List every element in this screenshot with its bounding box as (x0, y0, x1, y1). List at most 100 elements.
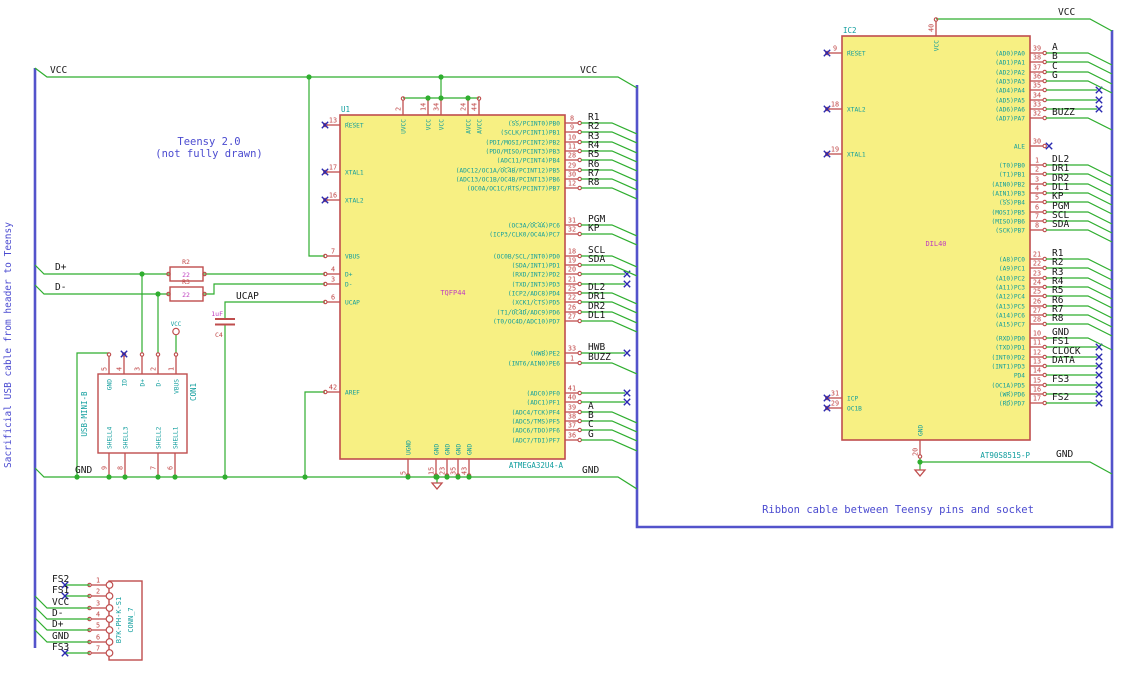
pin-name: SHELL4 (106, 426, 113, 449)
pin-number: 10 (1033, 330, 1041, 338)
pin-number: 27 (1033, 307, 1041, 315)
pin-number: 22 (1033, 260, 1041, 268)
pin-number: 7 (96, 644, 100, 652)
pin-dot (577, 167, 582, 173)
pin-dot (577, 253, 582, 259)
pin-name: (ADC0)PF0 (526, 390, 560, 397)
pin-number: 14 (1033, 367, 1041, 375)
pin-dot (577, 437, 582, 443)
ground-symbol (913, 469, 927, 478)
pin-name: UVCC (400, 119, 407, 134)
pin-name: (OC1A)PD5 (991, 382, 1025, 389)
pin-number: 26 (1033, 298, 1041, 306)
pin-name: (SS)PB4 (999, 199, 1025, 206)
pin-number: 15 (428, 467, 436, 475)
pin-name: (TXD/INT3)PD3 (512, 281, 561, 288)
pin-name: (T1/OC4D/ADC9)PD6 (497, 309, 561, 316)
pin-dot (1042, 275, 1047, 281)
pin-number: 9 (101, 466, 109, 470)
wire (581, 320, 638, 333)
pin-name: (HWB)PE2 (530, 350, 560, 357)
pin-name: (INT6/AIN0)PE6 (508, 360, 560, 367)
net-label: D+ (55, 262, 67, 273)
pin-dot (1042, 363, 1047, 369)
pin-name: (RD)PD7 (999, 400, 1025, 407)
connector-conn7: B7K-PH-K-S1 CONN_7 1 2 3 4 5 6 7 (61, 576, 143, 661)
pin-name: (TXD)PD1 (995, 344, 1025, 351)
wire (936, 18, 1113, 32)
pin-name: XTAL2 (847, 106, 866, 113)
pin-name: D+ (345, 271, 353, 278)
pin-number: 3 (134, 367, 142, 371)
pin-number: 8 (117, 466, 125, 470)
pin-dot (577, 309, 582, 315)
wire (308, 77, 325, 257)
pin-dot (1042, 303, 1047, 309)
pin-number: 8 (570, 115, 574, 123)
pin-name: (OC0B/SCL/INT0)PD0 (493, 253, 560, 260)
pin-name: VBUS (173, 379, 180, 394)
pin-number: 5 (400, 471, 408, 475)
pin-dot (577, 129, 582, 135)
pin-name: ICP (847, 395, 858, 402)
power-label: VCC (171, 322, 182, 328)
pin-dot (1042, 321, 1047, 327)
pin-dot (1042, 293, 1047, 299)
pin-name: GND (106, 379, 113, 390)
net-label: GND (582, 465, 599, 476)
usb-cable-note: Sacrificial USB cable from header to Tee… (3, 222, 14, 468)
pin-number: 13 (329, 117, 337, 125)
pin-number: 36 (568, 432, 576, 440)
wire (1046, 117, 1113, 131)
pin-dot (1042, 391, 1047, 397)
pin-number: 19 (831, 146, 839, 154)
pin-number: 3 (331, 276, 335, 284)
component-body (108, 580, 143, 661)
net-label: G (1052, 70, 1058, 81)
pin-dot (577, 176, 582, 182)
pin-name: (AIN1)PB3 (991, 190, 1025, 197)
pin-circle (105, 592, 114, 600)
pin-dot (1042, 227, 1047, 233)
pin-number: 29 (568, 162, 576, 170)
pin-number: 10 (568, 134, 576, 142)
net-label: G (588, 429, 594, 440)
pin-number: 30 (568, 171, 576, 179)
pin-number: 20 (912, 448, 920, 456)
component-ref: R3 (182, 278, 190, 286)
pin-name: (SS/PCINT0)PB0 (508, 120, 560, 127)
pin-name: (A11)PC3 (995, 284, 1025, 291)
pin-number: 14 (420, 103, 428, 111)
junction-dot (155, 474, 161, 480)
component-package: DIL40 (925, 240, 946, 248)
pin-dot (1042, 265, 1047, 271)
pin-dot (1042, 218, 1047, 224)
component-ref: U1 (341, 105, 350, 114)
pin-number: 6 (1035, 204, 1039, 212)
pin-number: 36 (1033, 73, 1041, 81)
pin-number: 34 (433, 103, 441, 111)
component-ref: CONN_7 (127, 607, 135, 632)
pin-name: PD4 (1014, 372, 1025, 379)
pin-number: 9 (570, 124, 574, 132)
component-part: USB-MINI-B (80, 391, 89, 437)
pin-name: (A12)PC4 (995, 293, 1025, 300)
pin-name: (AD7)PA7 (995, 115, 1025, 122)
pin-number: 5 (96, 621, 100, 629)
pin-dot (577, 409, 582, 415)
pin-dot (1042, 50, 1047, 56)
pin-name: (AD5)PA5 (995, 97, 1025, 104)
pin-dot (1042, 59, 1047, 65)
connector-con1: USB-MINI-B CON1 5 GND 4 ID 3 D+ 2 D- 1 VBUS 9 SHELL4 8… (80, 350, 198, 476)
pin-number: 17 (329, 164, 337, 172)
junction-dot (465, 95, 471, 101)
pin-number: 22 (568, 294, 576, 302)
pin-number: 7 (1035, 213, 1039, 221)
pin-name: ALE (1014, 143, 1025, 150)
net-label: SDA (588, 254, 605, 265)
pin-circle (105, 626, 114, 634)
pin-dot (1042, 106, 1047, 112)
net-label: D+ (52, 619, 64, 630)
pin-number: 23 (1033, 270, 1041, 278)
pin-name: (AD4)PA4 (995, 87, 1025, 94)
